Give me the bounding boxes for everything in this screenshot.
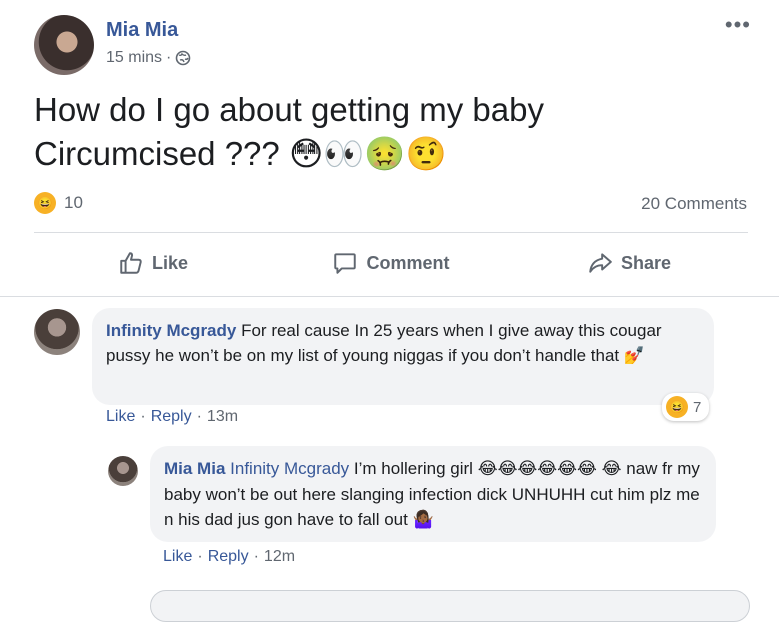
more-options-icon[interactable]: •••: [725, 14, 751, 36]
reply-emoji-c: 🤷🏾‍♀️: [412, 510, 434, 530]
meta-separator: ·: [140, 408, 146, 425]
meta-separator: ·: [197, 548, 203, 565]
reaction-count: 10: [64, 193, 83, 212]
meta-separator: ·: [253, 548, 259, 565]
comment-reply-link[interactable]: Reply: [151, 408, 192, 426]
reply-emoji-b: 😂: [601, 459, 622, 479]
reply-like-link[interactable]: Like: [163, 548, 192, 566]
comment-button[interactable]: Comment: [272, 234, 510, 292]
haha-reaction-icon: 😆: [34, 192, 56, 214]
reply-text-a: I’m hollering girl: [353, 459, 473, 478]
action-bar: Like Comment Share: [34, 234, 748, 292]
reply-author[interactable]: Mia Mia: [164, 459, 225, 478]
author-avatar[interactable]: [34, 15, 94, 75]
reply-emojis-a: 😂😂😂😂😂😂: [477, 459, 597, 479]
commenter-name[interactable]: Infinity Mcgrady: [106, 321, 236, 340]
comment-reactions[interactable]: 😆 7: [662, 393, 710, 421]
reply-reply-link[interactable]: Reply: [208, 548, 249, 566]
facebook-post: Mia Mia 15 mins · ••• How do I go about …: [0, 0, 779, 622]
reply-avatar[interactable]: [108, 456, 138, 486]
share-label: Share: [620, 252, 672, 273]
post-meta: 15 mins ·: [106, 49, 191, 67]
comment-like-link[interactable]: Like: [106, 408, 135, 426]
comment-meta: Like · Reply · 13m: [106, 408, 238, 426]
post-emojis: 😳👀🤢🤨: [288, 134, 447, 173]
divider: [34, 232, 748, 233]
reply-meta: Like · Reply · 12m: [163, 548, 295, 566]
comments-count[interactable]: 20 Comments: [641, 194, 747, 214]
author-name[interactable]: Mia Mia: [106, 19, 178, 42]
comment-icon: [334, 253, 357, 274]
reply-time[interactable]: 12m: [264, 548, 295, 566]
post-text: How do I go about getting my baby Circum…: [34, 88, 734, 176]
comment-emoji: 💅: [623, 346, 646, 366]
comment-label: Comment: [366, 252, 450, 273]
thumbs-up-icon: [120, 252, 142, 274]
like-button[interactable]: Like: [34, 234, 272, 292]
reply-mention[interactable]: Infinity Mcgrady: [230, 459, 349, 478]
like-label: Like: [151, 252, 189, 273]
meta-separator: ·: [166, 49, 172, 66]
haha-reaction-icon: 😆: [666, 396, 688, 418]
reaction-summary[interactable]: 😆 10: [34, 192, 83, 214]
meta-separator: ·: [196, 408, 202, 425]
reply-input[interactable]: [150, 590, 750, 622]
share-button[interactable]: Share: [510, 234, 748, 292]
commenter-avatar[interactable]: [34, 309, 80, 355]
comment-bubble: Infinity Mcgrady For real cause In 25 ye…: [92, 308, 714, 405]
comment-time[interactable]: 13m: [207, 408, 238, 426]
share-arrow-icon: [589, 253, 612, 273]
comment-reaction-count: 7: [693, 398, 702, 416]
reply-bubble: Mia Mia Infinity Mcgrady I’m hollering g…: [150, 446, 716, 542]
post-time[interactable]: 15 mins: [106, 49, 162, 67]
globe-icon: [176, 50, 191, 66]
